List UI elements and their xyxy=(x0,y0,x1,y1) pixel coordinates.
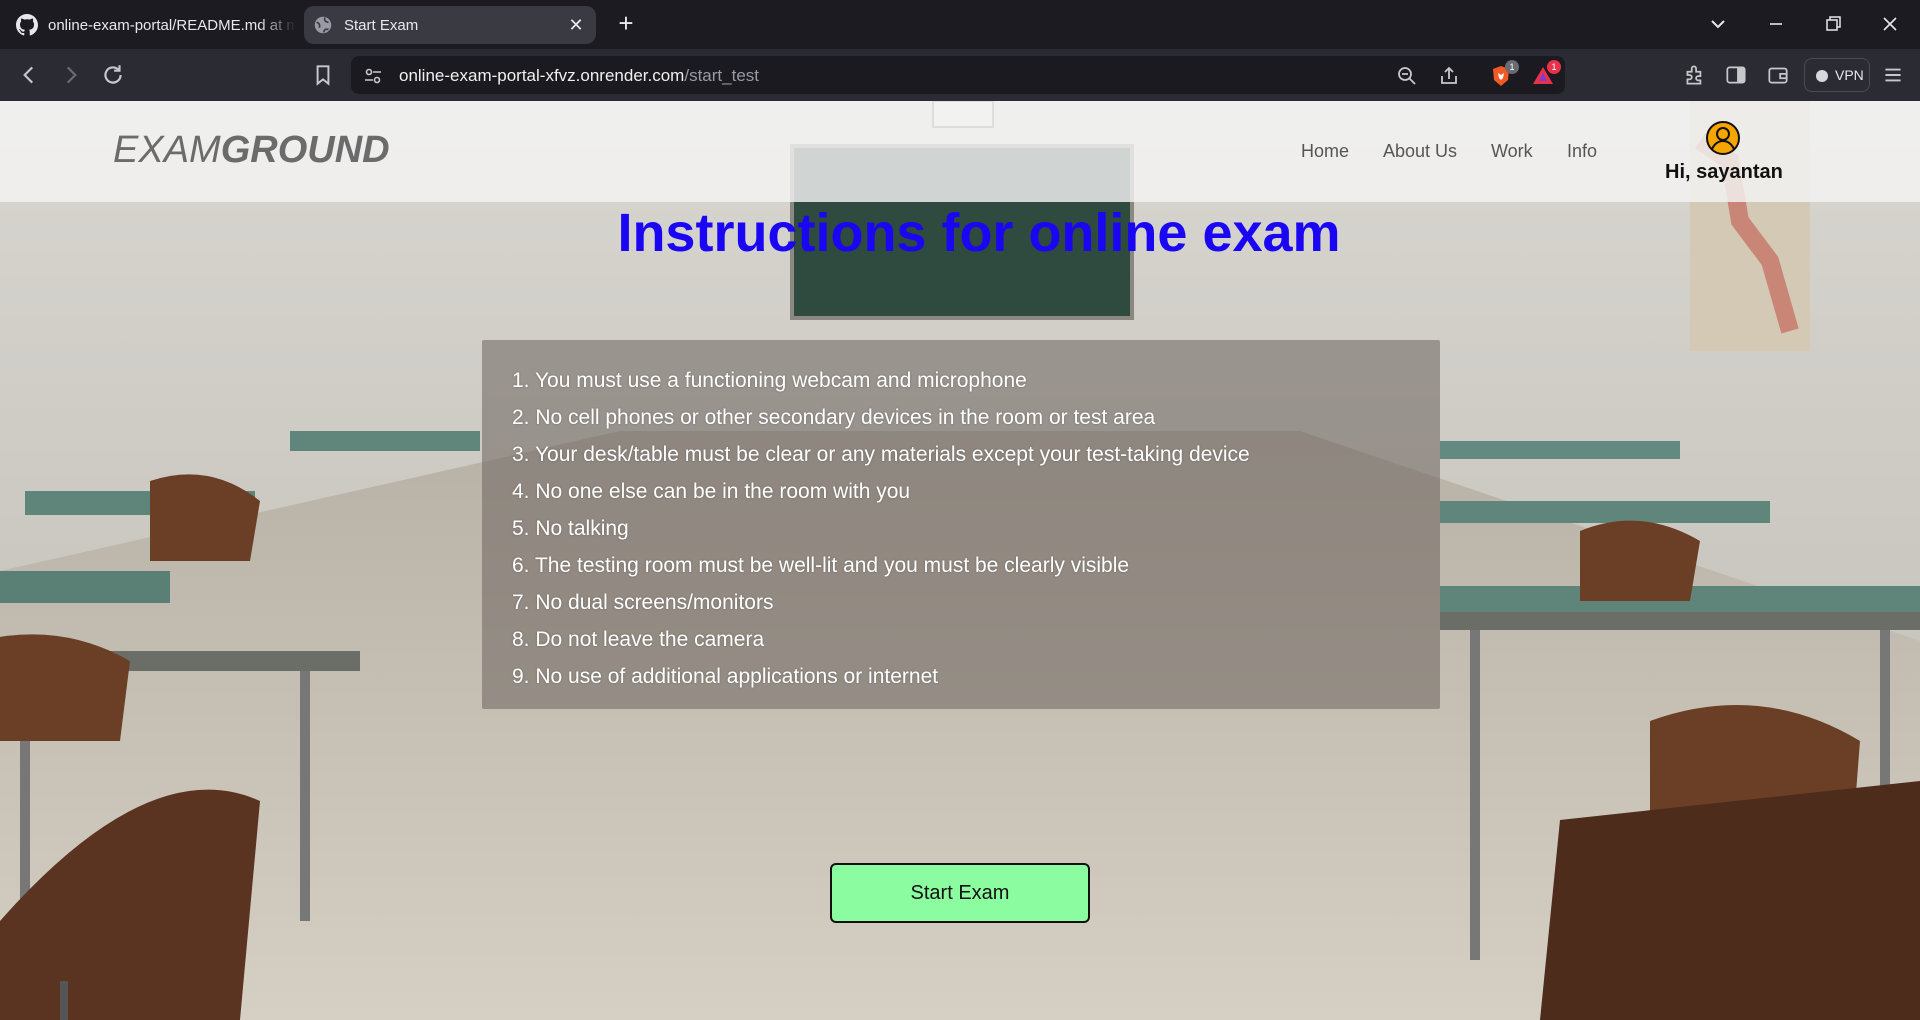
instruction-item: 1. You must use a functioning webcam and… xyxy=(512,369,1027,392)
restore-icon[interactable] xyxy=(1821,12,1845,36)
browser-tab-strip: online-exam-portal/README.md at main Sta… xyxy=(0,0,1920,49)
brave-shields-icon[interactable]: 1 xyxy=(1489,60,1519,88)
nav-home[interactable]: Home xyxy=(1301,141,1349,162)
reload-icon[interactable] xyxy=(100,62,126,88)
forward-icon[interactable] xyxy=(58,62,84,88)
shields-badge: 1 xyxy=(1505,60,1519,74)
address-bar[interactable]: online-exam-portal-xfvz.onrender.com/sta… xyxy=(351,56,1565,94)
instruction-item: 4. No one else can be in the room with y… xyxy=(512,480,911,503)
close-window-icon[interactable] xyxy=(1878,12,1902,36)
instruction-item: 7. No dual screens/monitors xyxy=(512,591,774,614)
url-text[interactable]: online-exam-portal-xfvz.onrender.com/sta… xyxy=(399,66,759,86)
brave-rewards-icon[interactable]: 1 xyxy=(1531,60,1561,88)
menu-icon[interactable] xyxy=(1880,62,1906,88)
rewards-badge: 1 xyxy=(1547,60,1561,74)
instructions-list: 1. You must use a functioning webcam and… xyxy=(512,362,1410,695)
nav-info[interactable]: Info xyxy=(1567,141,1597,162)
logo-light-text: EXAM xyxy=(113,129,221,171)
url-host: online-exam-portal-xfvz.onrender.com xyxy=(399,66,685,85)
user-avatar-icon[interactable] xyxy=(1706,121,1740,155)
tab-list-chevron-icon[interactable] xyxy=(1706,12,1730,36)
vpn-button[interactable]: VPN xyxy=(1804,58,1870,92)
user-greeting: Hi, sayantan xyxy=(1665,161,1783,183)
new-tab-button[interactable]: + xyxy=(614,10,638,36)
instruction-item: 9. No use of additional applications or … xyxy=(512,665,939,688)
instructions-panel: 1. You must use a functioning webcam and… xyxy=(482,340,1440,709)
share-icon[interactable] xyxy=(1437,64,1461,88)
instruction-item: 3. Your desk/table must be clear or any … xyxy=(512,443,1250,466)
instruction-item: 6. The testing room must be well-lit and… xyxy=(512,554,1130,577)
start-exam-button[interactable]: Start Exam xyxy=(830,863,1090,923)
logo-bold-text: GROUND xyxy=(220,129,390,171)
sidebar-icon[interactable] xyxy=(1723,62,1749,88)
instruction-item: 8. Do not leave the camera xyxy=(512,628,765,651)
page-viewport: EXAMGROUND Home About Us Work Info Hi, s… xyxy=(0,101,1920,1020)
back-icon[interactable] xyxy=(16,62,42,88)
instruction-item: 2. No cell phones or other secondary dev… xyxy=(512,406,1156,429)
tab-start-exam[interactable]: Start Exam ✕ xyxy=(304,6,596,44)
page-title: Instructions for online exam xyxy=(0,202,1920,264)
tab-readme[interactable]: online-exam-portal/README.md at main xyxy=(8,6,296,44)
page-title-text: Instructions for online exam xyxy=(617,203,1341,263)
tab-title: online-exam-portal/README.md at main xyxy=(48,16,296,34)
tab-title: Start Exam xyxy=(344,16,419,34)
globe-icon xyxy=(314,16,332,34)
site-settings-icon[interactable] xyxy=(361,64,385,88)
url-path: /start_test xyxy=(684,66,759,85)
nav-about-us[interactable]: About Us xyxy=(1383,141,1457,162)
site-header: EXAMGROUND Home About Us Work Info Hi, s… xyxy=(0,101,1920,202)
zoom-icon[interactable] xyxy=(1395,64,1419,88)
wallet-icon[interactable] xyxy=(1765,62,1791,88)
nav-work[interactable]: Work xyxy=(1491,141,1533,162)
extensions-icon[interactable] xyxy=(1682,62,1708,88)
vpn-status-icon xyxy=(1816,70,1828,82)
github-icon xyxy=(16,14,38,36)
browser-toolbar: online-exam-portal-xfvz.onrender.com/sta… xyxy=(0,49,1920,101)
instruction-item: 5. No talking xyxy=(512,517,629,540)
site-logo[interactable]: EXAMGROUND xyxy=(113,129,390,172)
close-tab-icon[interactable]: ✕ xyxy=(566,15,586,35)
vpn-label: VPN xyxy=(1835,67,1864,83)
minimize-icon[interactable] xyxy=(1764,12,1788,36)
bookmark-icon[interactable] xyxy=(310,62,336,88)
